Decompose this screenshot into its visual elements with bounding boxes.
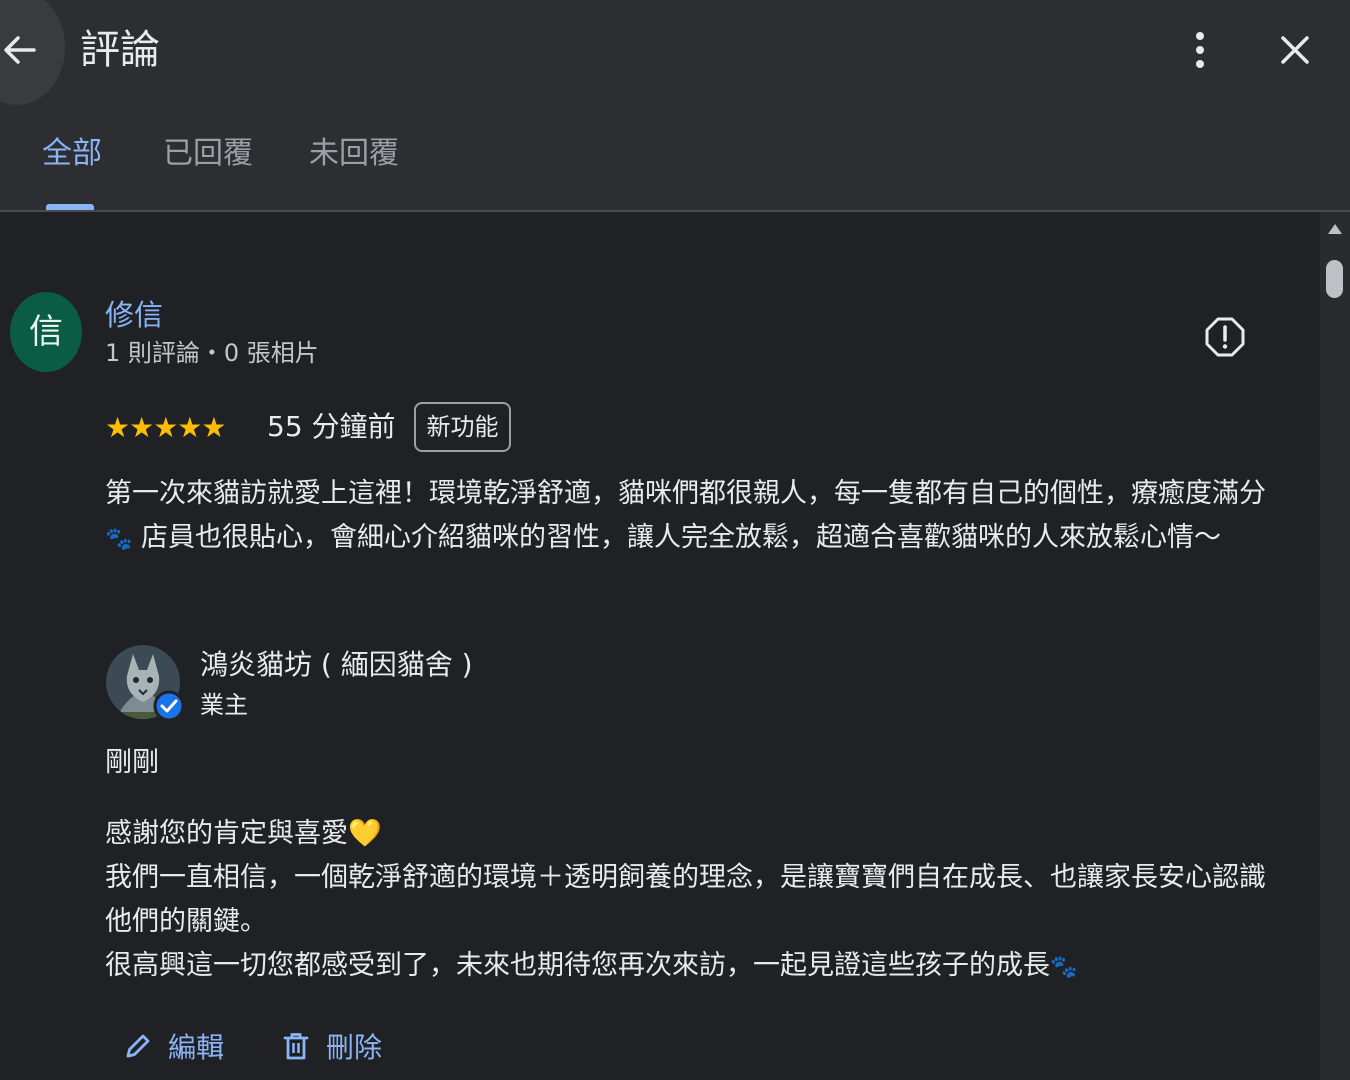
reply-line-1: 感謝您的肯定與喜愛💛 xyxy=(105,812,1280,856)
reply-time: 剛剛 xyxy=(105,747,159,778)
reply-line-3-text: 很高興這一切您都感受到了，未來也期待您再次來訪，一起見證這些孩子的成長 xyxy=(105,950,1050,981)
owner-avatar[interactable] xyxy=(105,642,185,724)
review-text-part1: 第一次來貓訪就愛上這裡！環境乾淨舒適，貓咪們都很親人，每一隻都有自己的個性，療癒… xyxy=(105,478,1266,509)
tab-unreplied[interactable]: 未回覆 xyxy=(309,134,399,174)
edit-label: 編輯 xyxy=(168,1031,225,1064)
reply-line-1-text: 感謝您的肯定與喜愛 xyxy=(105,818,348,849)
reply-text: 感謝您的肯定與喜愛💛 我們一直相信，一個乾淨舒適的環境＋透明飼養的理念，是讓寶寶… xyxy=(105,812,1280,990)
back-arrow-icon xyxy=(4,36,36,64)
review-text: 第一次來貓訪就愛上這裡！環境乾淨舒適，貓咪們都很親人，每一隻都有自己的個性，療癒… xyxy=(105,472,1275,562)
new-feature-badge[interactable]: 新功能 xyxy=(414,402,511,452)
owner-name[interactable]: 鴻炎貓坊 ( 緬因貓舍 ) xyxy=(200,646,473,684)
trash-icon xyxy=(283,1033,309,1060)
owner-role: 業主 xyxy=(200,691,248,719)
delete-label: 刪除 xyxy=(326,1031,383,1064)
pencil-icon xyxy=(126,1034,150,1058)
review-time: 55 分鐘前 xyxy=(267,410,396,443)
scrollbar-track[interactable] xyxy=(1320,212,1350,1080)
back-button[interactable] xyxy=(0,0,65,105)
review-text-part2: 店員也很貼心，會細心介紹貓咪的習性，讓人完全放鬆，超適合喜歡貓咪的人來放鬆心情～ xyxy=(132,522,1221,553)
reply-line-3: 很高興這一切您都感受到了，未來也期待您再次來訪，一起見證這些孩子的成長🐾 xyxy=(105,944,1280,990)
star-rating: ★★★★★ xyxy=(105,411,227,444)
active-tab-indicator xyxy=(46,204,94,210)
page-title: 評論 xyxy=(80,27,160,73)
delete-button[interactable]: 刪除 xyxy=(280,1026,382,1066)
close-icon[interactable] xyxy=(1275,30,1315,70)
tab-replied[interactable]: 已回覆 xyxy=(163,134,253,174)
heart-emoji: 💛 xyxy=(348,818,382,849)
report-icon[interactable] xyxy=(1204,316,1246,358)
scroll-up-arrow-icon[interactable] xyxy=(1326,220,1344,238)
more-vertical-icon[interactable] xyxy=(1185,30,1215,70)
reply-line-2: 我們一直相信，一個乾淨舒適的環境＋透明飼養的理念，是讓寶寶們自在成長、也讓家長安… xyxy=(105,862,1266,937)
edit-button[interactable]: 編輯 xyxy=(122,1026,224,1066)
paw-emoji: 🐾 xyxy=(1050,955,1078,980)
reviews-panel: 評論 全部 已回覆 未回覆 信 修信 1 則評論・0 張相片 ★★★★★ 55 … xyxy=(0,0,1350,1080)
header: 評論 全部 已回覆 未回覆 xyxy=(0,0,1350,212)
paw-emoji: 🐾 xyxy=(105,527,133,552)
reviewer-avatar[interactable]: 信 xyxy=(10,292,82,372)
reviewer-meta: 1 則評論・0 張相片 xyxy=(105,339,319,367)
tab-all[interactable]: 全部 xyxy=(42,134,102,174)
reviewer-name[interactable]: 修信 xyxy=(105,296,163,334)
scrollbar-thumb[interactable] xyxy=(1326,260,1343,298)
